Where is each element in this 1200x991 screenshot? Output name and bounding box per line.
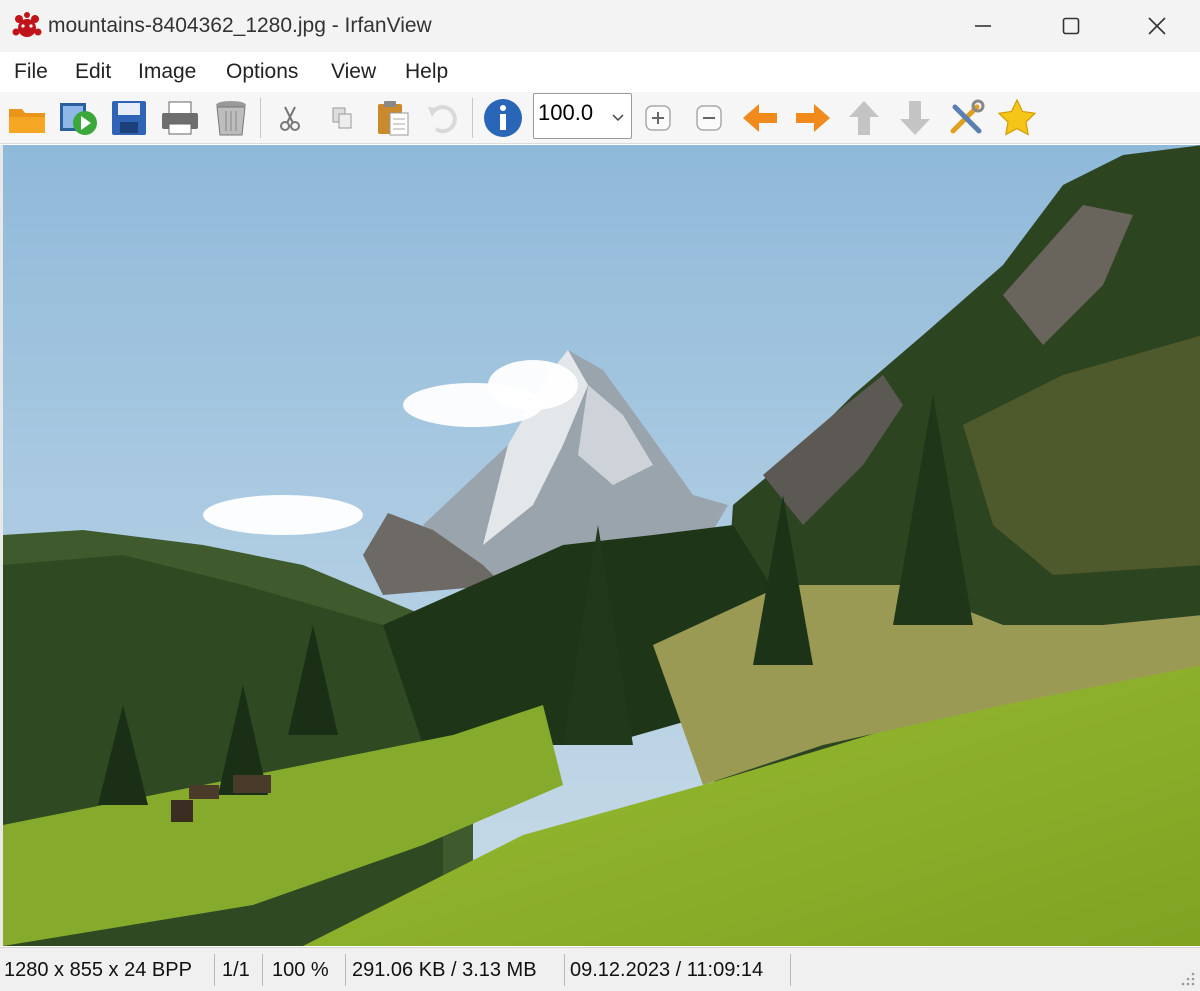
toolbar-separator: [472, 98, 473, 138]
open-button[interactable]: [5, 96, 49, 140]
status-divider: [564, 954, 565, 986]
delete-icon: [216, 101, 246, 136]
first-button[interactable]: [842, 96, 886, 140]
minimize-icon: [975, 25, 991, 27]
paste-button[interactable]: [371, 96, 415, 140]
status-dimensions: 1280 x 855 x 24 BPP: [4, 959, 192, 981]
status-filesize: 291.06 KB / 3.13 MB: [352, 959, 537, 981]
image-canvas[interactable]: [0, 145, 1200, 946]
settings-icon: [950, 99, 985, 134]
close-button[interactable]: [1114, 0, 1200, 52]
next-button[interactable]: [791, 96, 835, 140]
zoom-out-button[interactable]: [687, 96, 731, 140]
cut-button[interactable]: [268, 96, 312, 140]
open-icon: [9, 109, 45, 133]
previous-icon: [743, 104, 777, 132]
status-zoom: 100 %: [272, 959, 329, 981]
menu-bar: File Edit Image Options View Help: [0, 52, 1200, 92]
zoom-in-button[interactable]: [636, 96, 680, 140]
zoom-dropdown[interactable]: 100.0: [533, 93, 632, 139]
status-bar: 1280 x 855 x 24 BPP 1/1 100 % 291.06 KB …: [0, 947, 1200, 991]
previous-button[interactable]: [738, 96, 782, 140]
menu-view[interactable]: View: [331, 60, 376, 84]
settings-button[interactable]: [944, 96, 988, 140]
undo-button[interactable]: [421, 96, 465, 140]
status-divider: [214, 954, 215, 986]
slideshow-button[interactable]: [56, 96, 100, 140]
irfanview-cat-icon: [12, 12, 42, 37]
zoom-in-icon: [645, 105, 671, 131]
title-bar[interactable]: mountains-8404362_1280.jpg - IrfanView: [0, 0, 1200, 52]
print-button[interactable]: [158, 96, 202, 140]
favorite-icon: [997, 98, 1037, 136]
first-icon: [849, 101, 879, 135]
chevron-down-icon: [612, 114, 624, 122]
maximize-icon: [1062, 17, 1080, 35]
menu-edit[interactable]: Edit: [75, 60, 111, 84]
menu-options[interactable]: Options: [226, 60, 298, 84]
print-icon: [162, 101, 198, 135]
mountain-photo: [3, 145, 1200, 946]
toolbar-separator: [260, 98, 261, 138]
last-button[interactable]: [893, 96, 937, 140]
cut-icon: [280, 106, 300, 131]
last-icon: [900, 101, 930, 135]
menu-help[interactable]: Help: [405, 60, 448, 84]
next-icon: [796, 104, 830, 132]
menu-image[interactable]: Image: [138, 60, 196, 84]
copy-icon: [332, 107, 352, 129]
status-divider: [345, 954, 346, 986]
info-icon: [484, 99, 522, 137]
status-page: 1/1: [222, 959, 250, 981]
window-title: mountains-8404362_1280.jpg - IrfanView: [48, 14, 432, 37]
status-divider: [262, 954, 263, 986]
resize-grip-icon[interactable]: [1178, 969, 1196, 987]
zoom-value: 100.0: [538, 100, 594, 125]
copy-button[interactable]: [320, 96, 364, 140]
minimize-button[interactable]: [940, 0, 1026, 52]
slideshow-icon: [60, 103, 97, 135]
close-icon: [1148, 17, 1166, 35]
save-icon: [112, 101, 146, 135]
delete-button[interactable]: [209, 96, 253, 140]
favorite-button[interactable]: [995, 96, 1039, 140]
info-button[interactable]: [481, 96, 525, 140]
status-datetime: 09.12.2023 / 11:09:14: [570, 959, 764, 981]
menu-file[interactable]: File: [14, 60, 48, 84]
status-divider: [790, 954, 791, 986]
maximize-button[interactable]: [1028, 0, 1114, 52]
zoom-out-icon: [696, 105, 722, 131]
save-button[interactable]: [107, 96, 151, 140]
paste-icon: [378, 101, 409, 136]
undo-icon: [428, 105, 457, 134]
